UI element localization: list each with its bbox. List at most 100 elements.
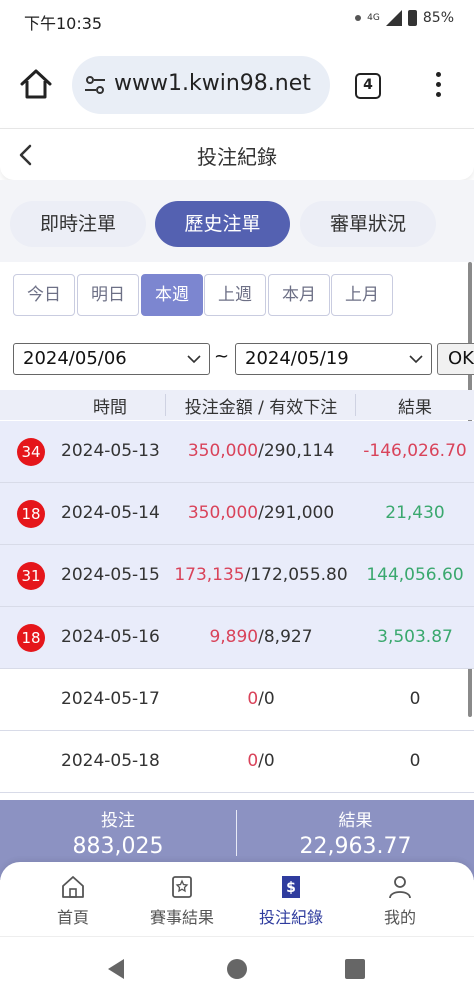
column-header-time: 時間 bbox=[93, 398, 127, 418]
bet-count-badge: 31 bbox=[17, 562, 45, 590]
url-text: www1.kwin98.net bbox=[114, 71, 311, 96]
row-amount: 350,000/290,114 bbox=[163, 441, 359, 461]
period-tomorrow-button[interactable]: 明日 bbox=[77, 274, 139, 316]
nav-label: 我的 bbox=[383, 908, 416, 927]
summary-bet-label: 投注 bbox=[101, 811, 135, 831]
row-result: 3,503.87 bbox=[377, 627, 453, 647]
period-today-button[interactable]: 今日 bbox=[13, 274, 75, 316]
system-home-icon[interactable] bbox=[225, 957, 249, 981]
status-time: 下午10:35 bbox=[24, 14, 103, 33]
nav-match-results[interactable]: 賽事結果 bbox=[127, 874, 237, 928]
bottom-nav: 首頁 賽事結果 $ 投注紀錄 我的 bbox=[0, 862, 474, 936]
page-title: 投注紀錄 bbox=[197, 145, 277, 169]
column-header-amount: 投注金額 / 有效下注 bbox=[184, 398, 338, 418]
battery-icon bbox=[407, 10, 417, 26]
bet-count-badge: 34 bbox=[17, 438, 45, 466]
summary-result-total: 22,963.77 bbox=[299, 834, 412, 859]
table-row[interactable]: 34 2024-05-13 350,000/290,114 -146,026.7… bbox=[0, 421, 474, 483]
nav-label: 投注紀錄 bbox=[258, 908, 323, 927]
chevron-down-icon bbox=[187, 355, 201, 364]
battery-level: 85% bbox=[422, 10, 454, 26]
row-date: 2024-05-17 bbox=[61, 689, 160, 709]
svg-text:$: $ bbox=[286, 880, 296, 896]
valid-bet-amount: /172,055.80 bbox=[244, 565, 348, 585]
start-date-select[interactable]: 2024/05/06 bbox=[13, 343, 210, 375]
page-header: 投注紀錄 bbox=[0, 128, 474, 180]
row-amount: 0/0 bbox=[163, 751, 359, 771]
row-result: -146,026.70 bbox=[363, 441, 467, 461]
user-icon bbox=[389, 876, 411, 899]
period-this-week-button[interactable]: 本週 bbox=[141, 274, 203, 316]
nav-label: 賽事結果 bbox=[149, 908, 214, 927]
end-date-value: 2024/05/19 bbox=[245, 348, 349, 369]
start-date-value: 2024/05/06 bbox=[23, 348, 127, 369]
table-row[interactable]: 2024-05-18 0/0 0 bbox=[0, 731, 474, 793]
network-type: 4G bbox=[367, 12, 380, 23]
tab-review-status[interactable]: 審單狀況 bbox=[300, 201, 436, 247]
nav-label: 首頁 bbox=[56, 908, 89, 927]
system-nav-bar bbox=[0, 936, 474, 1000]
tab-history-bets[interactable]: 歷史注單 bbox=[155, 201, 290, 247]
row-date: 2024-05-14 bbox=[61, 503, 160, 523]
date-range-separator: ~ bbox=[214, 346, 230, 367]
period-last-week-button[interactable]: 上週 bbox=[204, 274, 266, 316]
row-date: 2024-05-13 bbox=[61, 441, 160, 461]
nav-bet-records[interactable]: $ 投注紀錄 bbox=[236, 874, 346, 928]
summary-result-label: 結果 bbox=[338, 811, 373, 831]
row-result: 21,430 bbox=[385, 503, 445, 523]
period-this-month-button[interactable]: 本月 bbox=[268, 274, 330, 316]
ok-button[interactable]: OK bbox=[437, 343, 474, 375]
row-amount: 0/0 bbox=[163, 689, 359, 709]
row-date: 2024-05-18 bbox=[61, 751, 160, 771]
scoreboard-icon bbox=[172, 876, 192, 898]
end-date-select[interactable]: 2024/05/19 bbox=[235, 343, 432, 375]
tab-switcher-button[interactable]: 4 bbox=[355, 73, 381, 99]
bet-amount: 0 bbox=[247, 751, 259, 771]
table-row[interactable]: 31 2024-05-15 173,135/172,055.80 144,056… bbox=[0, 545, 474, 607]
browser-toolbar: www1.kwin98.net 4 bbox=[0, 44, 474, 128]
site-settings-icon[interactable] bbox=[84, 75, 106, 95]
status-icons: 4G 85% bbox=[355, 10, 454, 26]
row-result: 0 bbox=[409, 689, 421, 709]
table-row[interactable]: 18 2024-05-16 9,890/8,927 3,503.87 bbox=[0, 607, 474, 669]
row-amount: 350,000/291,000 bbox=[163, 503, 359, 523]
bet-amount: 350,000 bbox=[187, 503, 259, 523]
column-header-result: 結果 bbox=[398, 398, 432, 418]
nav-my-account[interactable]: 我的 bbox=[345, 874, 455, 928]
tab-live-bets[interactable]: 即時注單 bbox=[10, 201, 146, 247]
valid-bet-amount: /8,927 bbox=[258, 627, 313, 647]
bet-amount: 0 bbox=[247, 689, 259, 709]
row-date: 2024-05-16 bbox=[61, 627, 160, 647]
row-result: 0 bbox=[409, 751, 421, 771]
chevron-down-icon bbox=[409, 355, 423, 364]
notification-dot-icon bbox=[355, 15, 362, 21]
bet-record-icon: $ bbox=[282, 876, 300, 898]
bet-amount: 350,000 bbox=[187, 441, 259, 461]
valid-bet-amount: /290,114 bbox=[258, 441, 335, 461]
summary-bet-total: 883,025 bbox=[72, 834, 164, 859]
row-date: 2024-05-15 bbox=[61, 565, 160, 585]
address-bar[interactable]: www1.kwin98.net bbox=[72, 56, 330, 114]
bet-amount: 173,135 bbox=[174, 565, 245, 585]
table-header: 時間 投注金額 / 有效下注 結果 bbox=[0, 390, 474, 420]
browser-menu-icon[interactable] bbox=[430, 72, 446, 102]
valid-bet-amount: /0 bbox=[258, 689, 275, 709]
row-amount: 173,135/172,055.80 bbox=[163, 565, 359, 585]
signal-icon bbox=[385, 10, 402, 26]
system-back-icon[interactable] bbox=[104, 957, 128, 981]
table-row[interactable]: 2024-05-17 0/0 0 bbox=[0, 669, 474, 731]
home-icon bbox=[62, 876, 84, 898]
table-row[interactable]: 18 2024-05-14 350,000/291,000 21,430 bbox=[0, 483, 474, 545]
valid-bet-amount: /0 bbox=[258, 751, 275, 771]
system-recents-icon[interactable] bbox=[343, 957, 367, 981]
row-amount: 9,890/8,927 bbox=[163, 627, 359, 647]
home-icon[interactable] bbox=[18, 66, 54, 102]
valid-bet-amount: /291,000 bbox=[258, 503, 335, 523]
bet-count-badge: 18 bbox=[17, 500, 45, 528]
row-result: 144,056.60 bbox=[366, 565, 464, 585]
bet-count-badge: 18 bbox=[17, 624, 45, 652]
nav-home[interactable]: 首頁 bbox=[18, 874, 128, 928]
status-bar: 下午10:35 4G 85% bbox=[0, 0, 474, 44]
bet-amount: 9,890 bbox=[209, 627, 259, 647]
period-last-month-button[interactable]: 上月 bbox=[331, 274, 393, 316]
